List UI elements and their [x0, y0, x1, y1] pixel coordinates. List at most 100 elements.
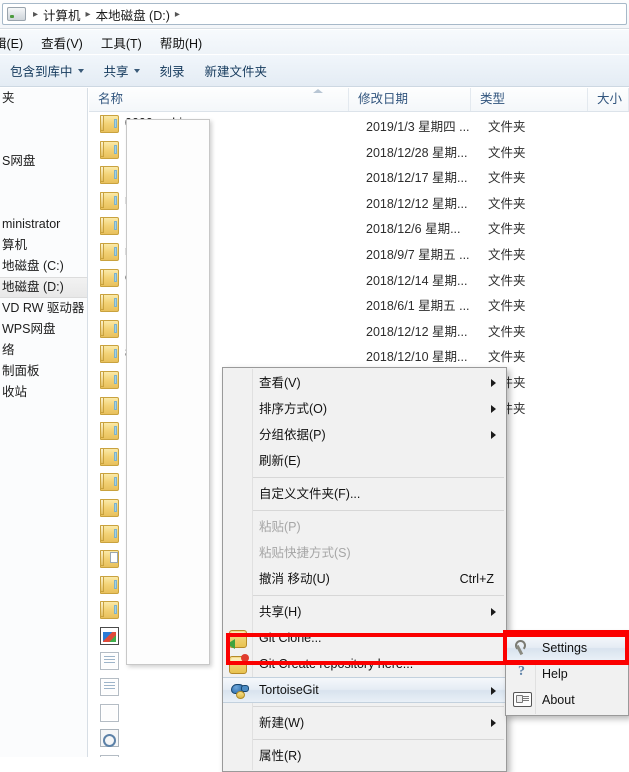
context-menu-item-label: 粘贴(P): [259, 520, 301, 534]
folder-icon: [100, 601, 119, 620]
toolbar-include-in-library-label: 包含到库中: [10, 65, 73, 79]
folder-icon: [100, 115, 119, 133]
toolbar-burn[interactable]: 刻录: [150, 57, 195, 84]
toolbar-share[interactable]: 共享: [94, 57, 150, 84]
context-menu-item-11[interactable]: TortoiseGit: [223, 677, 506, 703]
question-icon: ?: [518, 664, 525, 679]
file-date: 2018/12/6 星期...: [366, 222, 461, 237]
sidebar-item-4[interactable]: [0, 172, 87, 193]
menu-separator: [253, 477, 504, 478]
sidebar-item-7[interactable]: 算机: [0, 235, 87, 256]
folder-icon: [100, 473, 119, 492]
sidebar-item-11[interactable]: WPS网盘: [0, 319, 87, 340]
file-type: 文件夹: [488, 350, 526, 365]
menu-separator: [253, 706, 504, 707]
chevron-down-icon: [77, 68, 84, 73]
file-type: 文件夹: [488, 196, 526, 211]
context-menu-item-label: 粘贴快捷方式(S): [259, 546, 351, 560]
context-menu[interactable]: 查看(V) 排序方式(O) 分组依据(P) 刷新(E) 自定义文件夹(F)... 粘贴(P…: [222, 367, 507, 772]
folder-icon: [100, 217, 119, 236]
address-input[interactable]: ▸ 计算机 ▸ 本地磁盘 (D:) ▸: [2, 3, 627, 25]
folder-icon: [100, 345, 119, 364]
file-type: 文件夹: [488, 145, 526, 160]
sidebar-item-5[interactable]: [0, 193, 87, 214]
breadcrumb-item-computer[interactable]: 计算机: [43, 5, 81, 24]
column-header-2[interactable]: 类型: [471, 88, 588, 111]
sidebar-item-13[interactable]: 制面板: [0, 361, 87, 382]
menu-separator: [253, 739, 504, 740]
breadcrumb-item-local-disk-d[interactable]: 本地磁盘 (D:): [96, 5, 170, 24]
folder-icon: [100, 370, 119, 389]
sidebar-item-label: VD RW 驱动器 (: [2, 301, 87, 315]
sidebar-item-label: ministrator: [2, 217, 61, 231]
drive-icon: [7, 7, 26, 21]
sidebar-item-14[interactable]: 收站: [0, 382, 87, 403]
file-date: 2018/12/12 星期...: [366, 196, 468, 211]
file-date: 2018/12/17 星期...: [366, 171, 468, 186]
address-bar: ▸ 计算机 ▸ 本地磁盘 (D:) ▸: [0, 0, 629, 29]
sidebar-item-6[interactable]: ministrator: [0, 214, 87, 235]
image-file-icon: [100, 626, 119, 645]
context-menu-item-0[interactable]: 查看(V): [223, 370, 506, 396]
submenu-item-label: Help: [542, 667, 568, 681]
sidebar-item-3[interactable]: S网盘: [0, 151, 87, 172]
sidebar-item-label: 收站: [2, 385, 28, 399]
context-menu-item-5: 粘贴(P): [223, 514, 506, 540]
blank-file-icon: [100, 703, 119, 722]
file-type: 文件夹: [488, 222, 526, 237]
sidebar-item-0[interactable]: 夹: [0, 88, 87, 109]
sidebar-item-9[interactable]: 地磁盘 (D:): [0, 277, 87, 298]
file-date: 2018/12/28 星期...: [366, 145, 468, 160]
folder-icon: [100, 524, 119, 543]
context-menu-item-8[interactable]: 共享(H): [223, 599, 506, 625]
context-menu-item-7[interactable]: 撤消 移动(U) Ctrl+Z: [223, 566, 506, 592]
about-icon: [513, 692, 532, 707]
file-type: 文件夹: [488, 171, 526, 186]
context-menu-item-12[interactable]: 新建(W): [223, 710, 506, 736]
toolbar-burn-label: 刻录: [159, 65, 185, 79]
toolbar-new-folder-label: 新建文件夹: [204, 65, 268, 79]
column-header-row: 名称 修改日期 类型 大小: [89, 88, 629, 112]
context-menu-item-2[interactable]: 分组依据(P): [223, 422, 506, 448]
submenu-item-2[interactable]: About: [506, 687, 628, 713]
column-header-0[interactable]: 名称: [89, 88, 349, 111]
chevron-right-icon: [491, 431, 496, 439]
sidebar-item-label: 算机: [2, 238, 28, 252]
column-header-3[interactable]: 大小: [588, 88, 629, 111]
sidebar-item-12[interactable]: 络: [0, 340, 87, 361]
folder-icon: [100, 447, 119, 466]
folder-icon: [100, 422, 119, 441]
menu-edit[interactable]: 辑(E): [0, 31, 32, 54]
context-menu-item-label: 撤消 移动(U): [259, 572, 330, 586]
menu-bar: 辑(E) 查看(V) 工具(T) 帮助(H): [0, 30, 629, 54]
folder-icon: [100, 396, 119, 415]
context-menu-item-13[interactable]: 属性(R): [223, 743, 506, 769]
breadcrumb-separator-2[interactable]: ▸: [170, 9, 185, 20]
context-menu-item-3[interactable]: 刷新(E): [223, 448, 506, 474]
context-menu-item-label: 自定义文件夹(F)...: [259, 487, 361, 501]
chevron-right-icon: [491, 608, 496, 616]
toolbar-include-in-library[interactable]: 包含到库中: [0, 57, 94, 84]
folder-icon: [100, 166, 119, 185]
text-file-icon: [100, 652, 119, 671]
file-date: 2018/12/12 星期...: [366, 324, 468, 339]
submenu-item-label: About: [542, 693, 575, 707]
popup-overlay-panel: [126, 119, 210, 665]
folder-icon: [100, 191, 119, 210]
sidebar-item-10[interactable]: VD RW 驱动器 (: [0, 298, 87, 319]
context-menu-item-4[interactable]: 自定义文件夹(F)...: [223, 481, 506, 507]
sidebar-item-8[interactable]: 地磁盘 (C:): [0, 256, 87, 277]
command-toolbar: 包含到库中 共享 刻录 新建文件夹: [0, 55, 629, 87]
column-header-1[interactable]: 修改日期: [349, 88, 471, 111]
sidebar-item-2[interactable]: [0, 130, 87, 151]
context-menu-item-1[interactable]: 排序方式(O): [223, 396, 506, 422]
folder-doc-icon: [100, 550, 119, 569]
breadcrumb-separator-1: ▸: [85, 8, 91, 20]
sidebar-item-1[interactable]: [0, 109, 87, 130]
menu-view[interactable]: 查看(V): [32, 31, 92, 54]
context-menu-item-6: 粘贴快捷方式(S): [223, 540, 506, 566]
toolbar-new-folder[interactable]: 新建文件夹: [195, 57, 278, 84]
text-file-icon: [100, 678, 119, 697]
menu-help[interactable]: 帮助(H): [151, 31, 211, 54]
menu-tools[interactable]: 工具(T): [92, 31, 151, 54]
